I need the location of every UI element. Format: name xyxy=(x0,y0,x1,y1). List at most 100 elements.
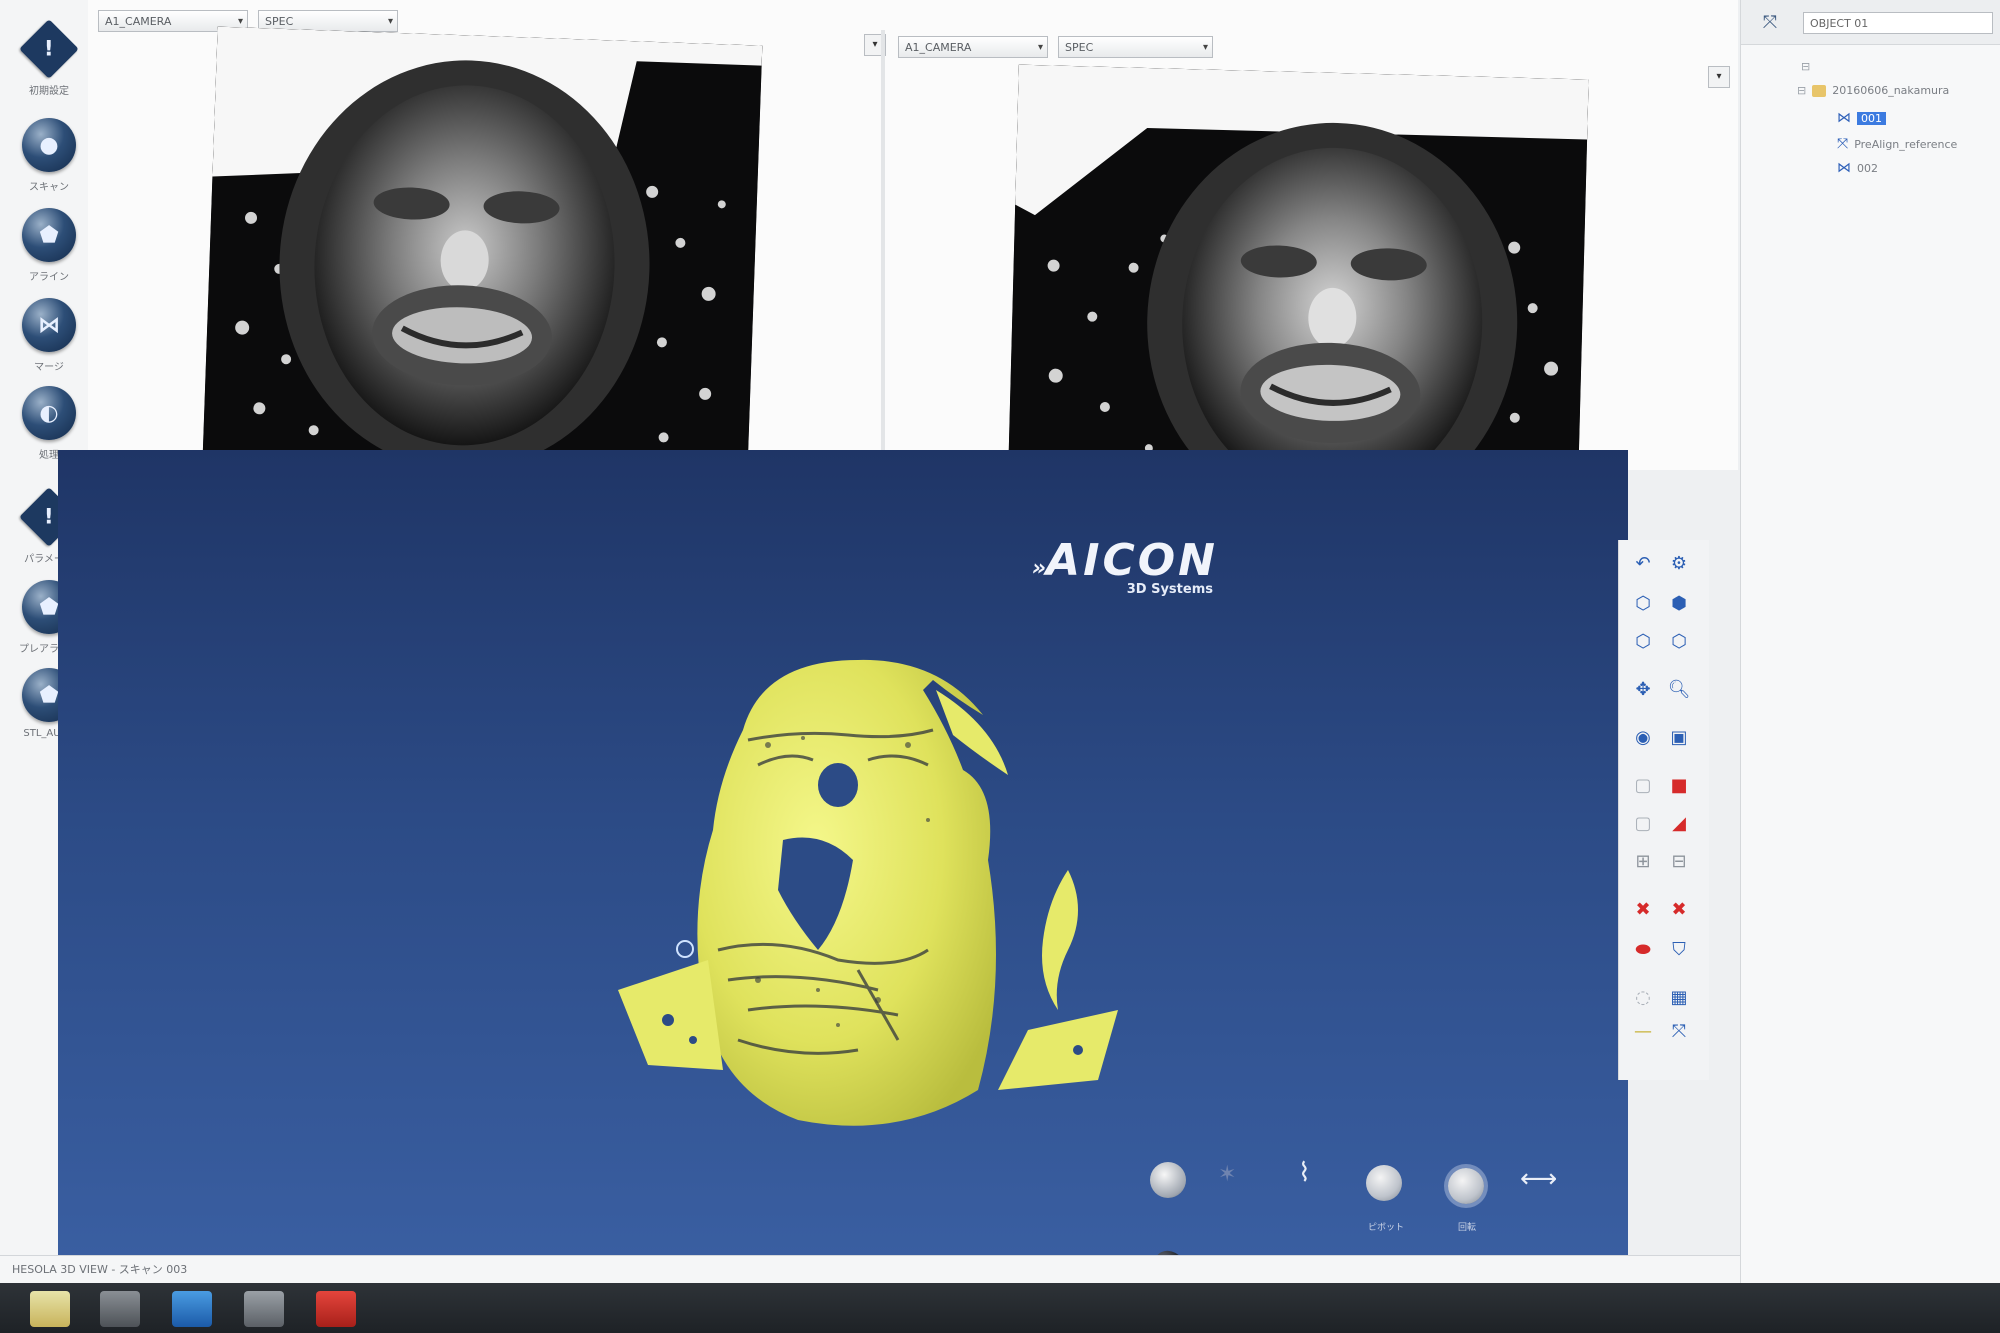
measure-tool-icon[interactable]: ⟷ xyxy=(1520,1164,1557,1194)
merge-icon: ⋈ xyxy=(22,298,76,352)
right-camera-select[interactable]: A1_CAMERA ▾ xyxy=(898,36,1048,58)
app-icon[interactable] xyxy=(172,1291,212,1327)
pane-divider[interactable] xyxy=(881,30,885,470)
warning-diamond-icon: ! xyxy=(19,19,79,79)
left-camera-toolbar: A1_CAMERA ▾ SPEC ▾ xyxy=(98,4,878,34)
sidebar-item-4[interactable]: ⋈ マージ xyxy=(14,298,84,373)
tree-panel-header: ⤧ OBJECT 01 xyxy=(1741,0,2000,45)
sidebar-item-label: アライン xyxy=(29,272,69,283)
tree-expand-icon[interactable]: ⤧ xyxy=(1757,12,1783,34)
transform-icon[interactable]: ⤧ xyxy=(1665,1018,1693,1044)
rotate-tool-label: 回転 xyxy=(1458,1223,1477,1233)
tree-object-field-value: OBJECT 01 xyxy=(1810,17,1869,30)
select-rect-icon[interactable]: ▢ xyxy=(1629,772,1657,798)
3d-viewport[interactable]: »AICON 3D Systems ✶ ⌇ ピボット 回転 ⟷ xyxy=(58,450,1628,1270)
media-player-icon[interactable] xyxy=(100,1291,140,1327)
right-camera-select-value: A1_CAMERA xyxy=(905,41,972,54)
folder-icon xyxy=(1812,84,1827,97)
rotate-tool-button[interactable] xyxy=(1448,1168,1484,1204)
tree-row[interactable]: ⊟ 20160606_nakamura xyxy=(1797,84,1949,97)
ellipse-select-icon[interactable]: ⬬ xyxy=(1629,936,1657,962)
warning-diamond-icon-glyph: ! xyxy=(44,36,54,62)
sidebar-item-label: 初期設定 xyxy=(29,86,69,97)
prealign-icon-glyph: ⬟ xyxy=(39,594,59,620)
tree-row[interactable]: ⋈ 001 xyxy=(1837,110,1886,126)
screen: ! 初期設定 ● スキャン ⬟ アライン ⋈ マージ ◐ 処理! パラメータ ⬟ プレアライン ⬟ STL_… xyxy=(0,0,2000,1333)
brush-icon[interactable]: ◌ xyxy=(1629,984,1657,1010)
pan-move-icon[interactable]: ✥ xyxy=(1629,676,1657,702)
delete-all-icon[interactable]: ✖ xyxy=(1665,896,1693,922)
left-camera-face-image xyxy=(202,26,763,476)
folder-root-icon: ⊟ xyxy=(1801,60,1811,73)
view-side-cube-icon[interactable]: ⬢ xyxy=(1665,590,1693,616)
pin-tool-icon[interactable]: ⌇ xyxy=(1298,1158,1311,1188)
right-camera-pane: A1_CAMERA ▾ SPEC ▾ ▾ xyxy=(888,0,1758,520)
rotation-center-icon xyxy=(676,940,694,958)
select-empty-icon[interactable]: ▢ xyxy=(1629,810,1657,836)
box-icon[interactable]: ▣ xyxy=(1665,724,1693,750)
tree-row-label: 20160606_nakamura xyxy=(1832,84,1950,97)
scan-tree-panel: ⤧ OBJECT 01 ⊟ ⊟ 20160606_nakamura ⋈ 001 … xyxy=(1740,0,2000,1333)
layer-icon[interactable]: ◉ xyxy=(1629,724,1657,750)
tree-root-toggle[interactable]: ⊟ xyxy=(1801,60,1810,73)
sidebar-item-3[interactable]: ⬟ アライン xyxy=(14,208,84,283)
tree-row-label: 001 xyxy=(1857,111,1886,125)
right-camera-toolbar: A1_CAMERA ▾ SPEC ▾ xyxy=(888,30,1758,60)
view-iso-cube-icon[interactable]: ⬡ xyxy=(1665,628,1693,654)
pdf-reader-icon[interactable] xyxy=(316,1291,356,1327)
status-bar: HESOLA 3D VIEW - スキャン 003 xyxy=(0,1255,1740,1283)
undo-icon[interactable]: ↶ xyxy=(1629,550,1657,576)
remove-selection-icon[interactable]: ⊟ xyxy=(1665,848,1693,874)
process-icon-glyph: ◐ xyxy=(39,400,59,426)
scan-sphere-icon: ● xyxy=(22,118,76,172)
tree-row[interactable]: ⋈ 002 xyxy=(1837,160,1878,176)
prealign-node-icon: ⤧ xyxy=(1837,136,1849,152)
delete-selection-icon[interactable]: ✖ xyxy=(1629,896,1657,922)
sidebar-item-1[interactable]: ! 初期設定 xyxy=(14,19,84,97)
scan-mesh-face[interactable] xyxy=(598,620,1298,1180)
grid-icon[interactable]: ▦ xyxy=(1665,984,1693,1010)
sidebar-item-2[interactable]: ● スキャン xyxy=(14,118,84,193)
sidebar-item-label: スキャン xyxy=(29,182,69,193)
settings-gear-icon[interactable]: ⚙ xyxy=(1665,550,1693,576)
os-taskbar xyxy=(0,1283,2000,1333)
camera-preview-area: A1_CAMERA ▾ SPEC ▾ ▾ A1_CAMERA ▾ SPEC ▾ … xyxy=(88,0,1738,520)
scan-node-icon: ⋈ xyxy=(1837,160,1851,176)
scan-node-icon: ⋈ xyxy=(1837,110,1851,126)
brand-name: AICON xyxy=(1046,535,1218,586)
tree-row-label: PreAlign_reference xyxy=(1854,137,1958,151)
view-top-cube-icon[interactable]: ⬡ xyxy=(1629,628,1657,654)
tree-object-field[interactable]: OBJECT 01 xyxy=(1803,12,1993,34)
collapse-icon: ⊟ xyxy=(1797,84,1807,97)
add-selection-icon[interactable]: ⊞ xyxy=(1629,848,1657,874)
brand-logo: »AICON xyxy=(1032,535,1218,586)
star-tool-icon[interactable]: ✶ xyxy=(1218,1162,1236,1187)
scan-sphere-icon-glyph: ● xyxy=(39,132,59,158)
view-toolbar: ↶ ⚙ ⬡ ⬢ ⬡ ⬡ ✥ 🔍︎ ◉ ▣ ▢ ■ ▢ ◢ ⊞ ⊟ ✖ ✖ ⬬ ⛉… xyxy=(1618,540,1709,1080)
line-tool-icon[interactable]: — xyxy=(1629,1018,1657,1044)
brand-speed-icon: » xyxy=(1031,556,1047,581)
sidebar-item-label: マージ xyxy=(34,362,64,373)
left-camera-select-value: A1_CAMERA xyxy=(105,15,172,28)
triangle-select-icon[interactable]: ◢ xyxy=(1665,810,1693,836)
fill-tool-icon[interactable]: ⛉ xyxy=(1665,936,1693,962)
file-explorer-icon[interactable] xyxy=(30,1291,70,1327)
view-front-cube-icon[interactable]: ⬡ xyxy=(1629,590,1657,616)
align-icon-glyph: ⬟ xyxy=(39,222,59,248)
merge-icon-glyph: ⋈ xyxy=(38,312,60,338)
chevron-down-icon: ▾ xyxy=(387,16,393,27)
zoom-search-icon[interactable]: 🔍︎ xyxy=(1665,676,1693,702)
tree-row[interactable]: ⤧ PreAlign_reference xyxy=(1837,136,1957,152)
left-camera-image xyxy=(202,26,763,476)
light-tool-label: ピボット xyxy=(1368,1223,1405,1233)
right-mode-select[interactable]: SPEC ▾ xyxy=(1058,36,1213,58)
align-icon: ⬟ xyxy=(22,208,76,262)
warning-diamond-icon-glyph: ! xyxy=(44,504,54,530)
right-pane-menu-button[interactable]: ▾ xyxy=(1708,66,1730,88)
pivot-tool-button[interactable] xyxy=(1150,1162,1186,1198)
app-icon[interactable] xyxy=(244,1291,284,1327)
left-mode-select-value: SPEC xyxy=(265,15,294,28)
light-tool-button[interactable] xyxy=(1366,1165,1402,1201)
left-camera-pane: A1_CAMERA ▾ SPEC ▾ ▾ xyxy=(98,0,886,476)
fill-rect-icon[interactable]: ■ xyxy=(1665,772,1693,798)
